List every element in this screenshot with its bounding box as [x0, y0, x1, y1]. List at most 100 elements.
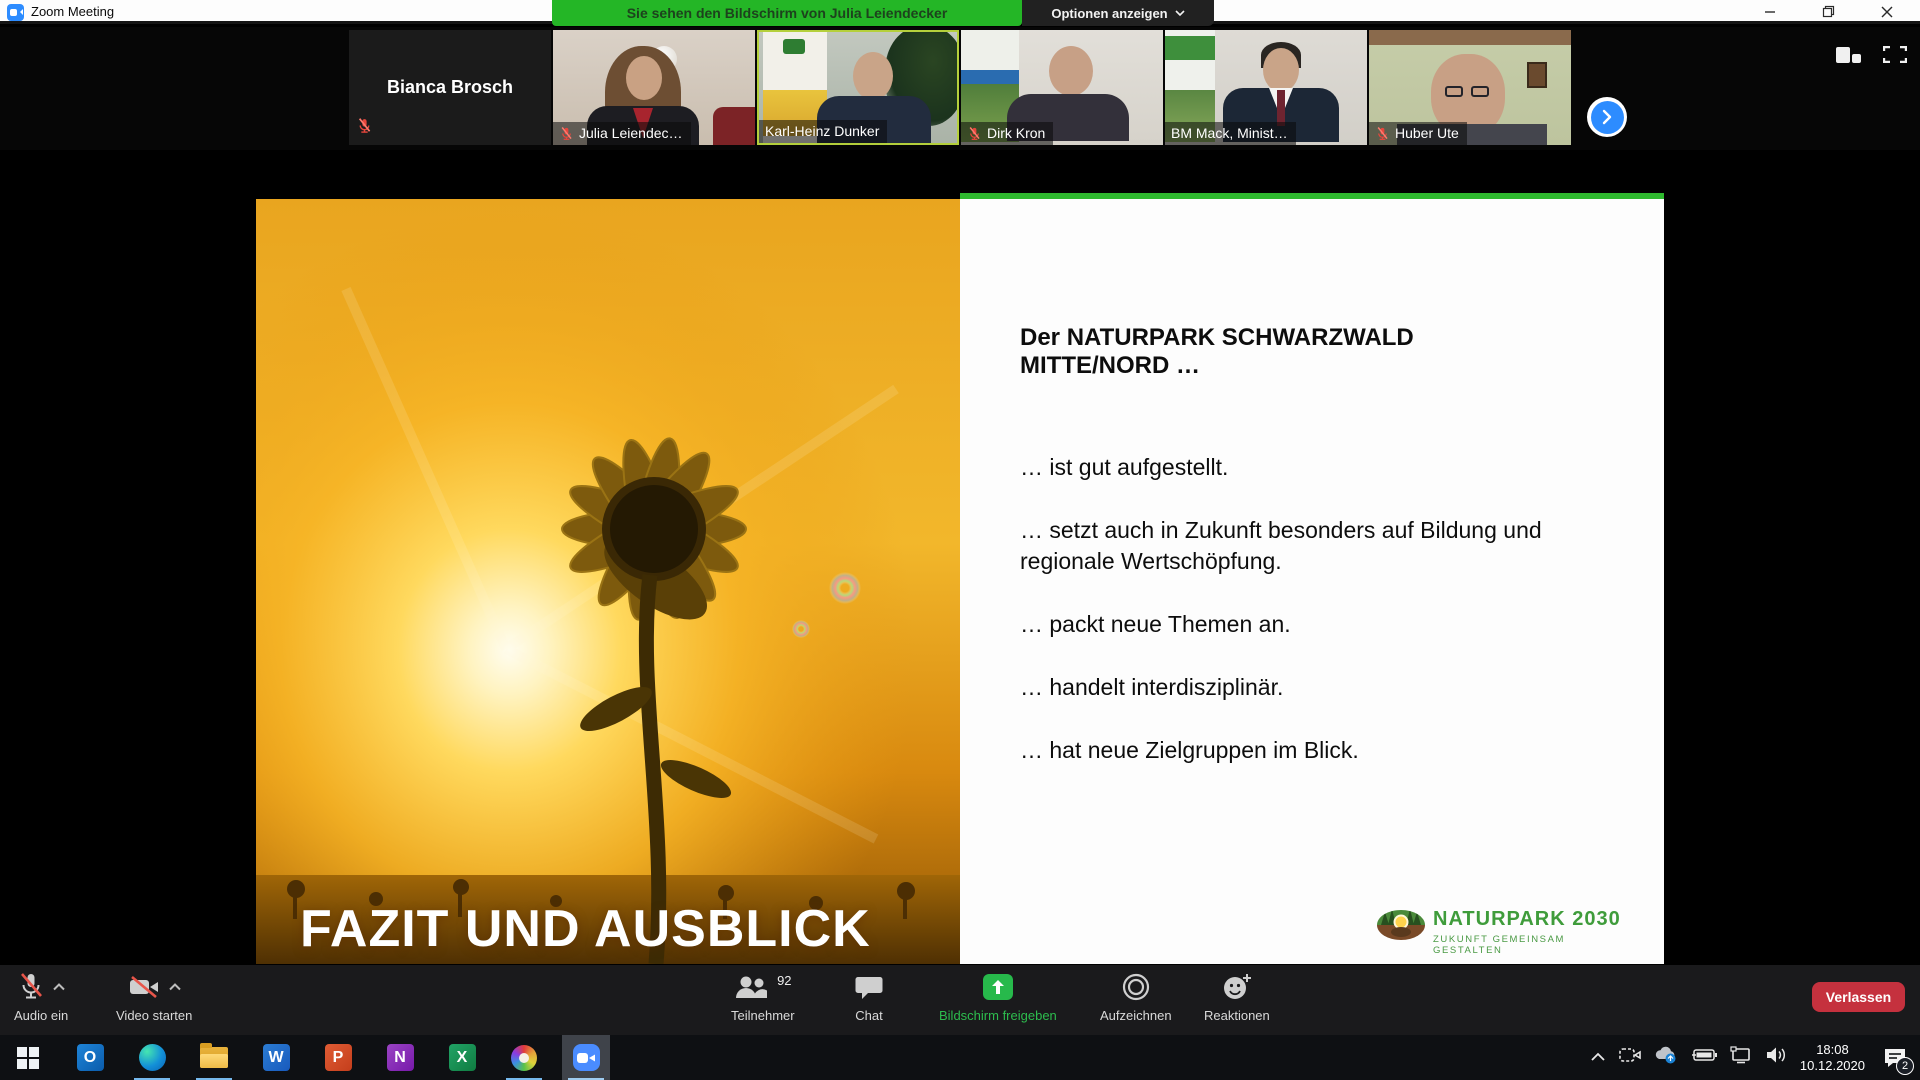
outlook-icon: O: [77, 1044, 104, 1071]
tray-network-icon[interactable]: [1730, 1046, 1752, 1069]
tray-camera-icon[interactable]: [1619, 1046, 1641, 1069]
zoom-taskbar-icon: [573, 1044, 600, 1071]
naturpark-logo-icon: [1375, 902, 1427, 948]
leave-button-label: Verlassen: [1826, 989, 1891, 1005]
share-options-button[interactable]: Optionen anzeigen: [1022, 0, 1214, 26]
chat-button[interactable]: Chat: [855, 971, 883, 1023]
excel-icon: X: [449, 1044, 476, 1071]
participant-nametag: BM Mack, Minist…: [1165, 122, 1296, 145]
next-participants-button[interactable]: [1587, 97, 1627, 137]
reactions-button-label: Reaktionen: [1204, 1008, 1270, 1023]
slide-bullet: … hat neue Zielgruppen im Blick.: [1020, 735, 1565, 767]
participant-tile-julia[interactable]: Julia Leiendec…: [553, 30, 755, 145]
restore-button[interactable]: [1805, 0, 1851, 23]
close-button[interactable]: [1864, 0, 1910, 23]
participant-tile-karl-heinz[interactable]: Karl-Heinz Dunker: [757, 30, 959, 145]
slide-bullet: … packt neue Themen an.: [1020, 609, 1565, 641]
participant-name: Karl-Heinz Dunker: [765, 123, 879, 139]
participant-nametag: Julia Leiendec…: [553, 122, 691, 145]
record-icon: [1122, 973, 1150, 1001]
mic-muted-icon: [559, 126, 574, 141]
record-button-label: Aufzeichnen: [1100, 1008, 1172, 1023]
tray-onedrive-icon[interactable]: [1654, 1046, 1678, 1069]
participant-nametag: Karl-Heinz Dunker: [759, 120, 887, 143]
minimize-button[interactable]: [1747, 0, 1793, 23]
word-icon: W: [263, 1044, 290, 1071]
participants-count: 92: [777, 973, 791, 988]
fullscreen-icon[interactable]: [1883, 46, 1907, 68]
share-screen-button[interactable]: Bildschirm freigeben: [939, 971, 1057, 1023]
file-explorer-icon: [200, 1047, 228, 1068]
taskbar-paint[interactable]: [500, 1035, 548, 1080]
participant-tile-bianca[interactable]: Bianca Brosch: [349, 30, 551, 145]
taskbar-powerpoint[interactable]: P: [314, 1035, 362, 1080]
taskbar-excel[interactable]: X: [438, 1035, 486, 1080]
naturpark-logo: NATURPARK 2030 ZUKUNFT GEMEINSAM GESTALT…: [1375, 902, 1635, 954]
powerpoint-icon: P: [325, 1044, 352, 1071]
taskbar-zoom-active[interactable]: [562, 1035, 610, 1080]
zoom-app-icon: [7, 4, 24, 21]
mic-muted-icon: [356, 117, 373, 139]
slide-bullet: … ist gut aufgestellt.: [1020, 452, 1565, 484]
slide-bullet: … setzt auch in Zukunft besonders auf Bi…: [1020, 515, 1565, 578]
taskbar-word[interactable]: W: [252, 1035, 300, 1080]
notification-badge: 2: [1896, 1057, 1914, 1075]
view-layout-icon[interactable]: [1836, 47, 1861, 68]
windows-taskbar: O W P N X: [0, 1035, 1920, 1080]
action-center-button[interactable]: 2: [1878, 1041, 1912, 1075]
audio-button-label: Audio ein: [14, 1008, 68, 1023]
chevron-down-icon: [1175, 10, 1185, 17]
participant-nametag: Dirk Kron: [961, 122, 1053, 145]
participants-icon: [734, 974, 768, 1000]
taskbar-onenote[interactable]: N: [376, 1035, 424, 1080]
reactions-icon: [1222, 973, 1252, 1001]
video-strip: Bianca Brosch Julia Leiendec… Karl-Heinz…: [0, 27, 1920, 150]
chevron-up-icon[interactable]: [53, 983, 65, 991]
chevron-up-icon[interactable]: [169, 983, 181, 991]
participant-name: BM Mack, Minist…: [1171, 125, 1288, 141]
tray-chevron-up-icon[interactable]: [1590, 1049, 1606, 1067]
naturpark-logo-subtext: ZUKUNFT GEMEINSAM GESTALTEN: [1433, 934, 1635, 956]
mic-muted-icon: [967, 126, 982, 141]
participants-button[interactable]: 92 Teilnehmer: [731, 971, 795, 1023]
slide-title: Der NATURPARK SCHWARZWALD MITTE/NORD …: [1020, 324, 1565, 380]
sunflower-photo: [256, 199, 960, 964]
video-button[interactable]: Video starten: [116, 971, 192, 1023]
screen-share-banner-text: Sie sehen den Bildschirm von Julia Leien…: [627, 5, 948, 21]
leave-button[interactable]: Verlassen: [1812, 982, 1905, 1012]
mic-muted-icon: [1375, 126, 1390, 141]
edge-icon: [139, 1044, 166, 1071]
participant-tile-bm-mack[interactable]: BM Mack, Minist…: [1165, 30, 1367, 145]
audio-button[interactable]: Audio ein: [14, 971, 68, 1023]
taskbar-clock[interactable]: 18:08 10.12.2020: [1800, 1042, 1865, 1074]
share-screen-icon: [982, 973, 1014, 1001]
zoom-toolbar: Audio ein Video starten: [0, 965, 1920, 1035]
participant-tile-huber[interactable]: Huber Ute: [1369, 30, 1571, 145]
screen-share-banner: Sie sehen den Bildschirm von Julia Leien…: [552, 0, 1022, 26]
record-button[interactable]: Aufzeichnen: [1100, 971, 1172, 1023]
screen: Zoom Meeting Sie sehen den Bildschirm vo…: [0, 0, 1920, 1080]
taskbar-file-explorer[interactable]: [190, 1035, 238, 1080]
chevron-right-icon: [1601, 109, 1613, 125]
tray-volume-icon[interactable]: [1765, 1046, 1787, 1069]
participant-name: Bianca Brosch: [349, 30, 551, 145]
participant-name: Huber Ute: [1395, 125, 1459, 141]
taskbar-edge[interactable]: [128, 1035, 176, 1080]
mic-off-icon: [18, 972, 44, 1002]
participant-tile-dirk[interactable]: Dirk Kron: [961, 30, 1163, 145]
reactions-button[interactable]: Reaktionen: [1204, 971, 1270, 1023]
share-screen-button-label: Bildschirm freigeben: [939, 1008, 1057, 1023]
participant-nametag: Huber Ute: [1369, 122, 1467, 145]
start-button[interactable]: [4, 1035, 52, 1080]
paint-icon: [511, 1045, 537, 1071]
slide-bullet: … handelt interdisziplinär.: [1020, 672, 1565, 704]
taskbar-outlook[interactable]: O: [66, 1035, 114, 1080]
slide-caption: FAZIT UND AUSBLICK: [300, 899, 940, 959]
camera-off-icon: [128, 974, 160, 1000]
naturpark-logo-text: NATURPARK 2030: [1433, 908, 1635, 931]
slide-text-panel: Der NATURPARK SCHWARZWALD MITTE/NORD … ……: [960, 199, 1664, 964]
window-title: Zoom Meeting: [31, 4, 114, 19]
shared-screen-area: FAZIT UND AUSBLICK Der NATURPARK SCHWARZ…: [0, 150, 1920, 965]
chat-icon: [855, 974, 883, 1001]
tray-battery-icon[interactable]: [1691, 1048, 1717, 1067]
